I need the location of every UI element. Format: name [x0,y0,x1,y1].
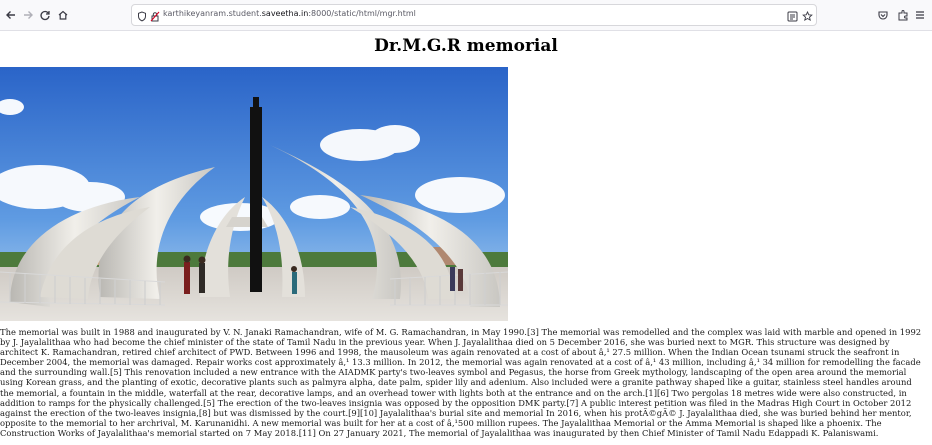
insecure-lock-icon[interactable] [149,10,161,22]
hamburger-menu-icon[interactable] [912,7,928,23]
shield-icon[interactable] [136,10,148,22]
page-title: Dr.M.G.R memorial [374,36,558,56]
forward-arrow-icon[interactable] [20,7,36,23]
reload-icon[interactable] [37,7,53,23]
back-arrow-icon[interactable] [3,7,19,23]
home-icon[interactable] [55,7,71,23]
extensions-icon[interactable] [895,7,911,23]
browser-toolbar: karthikeyanram.student.saveetha.in:8000/… [0,0,932,31]
memorial-description: The memorial was built in 1988 and inaug… [0,327,922,438]
url-suffix: :8000/static/html/mgr.html [308,9,416,18]
star-icon[interactable] [801,10,813,22]
url-bar[interactable]: karthikeyanram.student.saveetha.in:8000/… [131,4,817,26]
memorial-photo [0,67,508,321]
url-text[interactable]: karthikeyanram.student.saveetha.in:8000/… [163,9,416,18]
reader-view-icon[interactable] [786,10,798,22]
url-domain: saveetha.in [261,9,309,18]
url-prefix: karthikeyanram.student. [163,9,262,18]
pocket-icon[interactable] [875,7,891,23]
